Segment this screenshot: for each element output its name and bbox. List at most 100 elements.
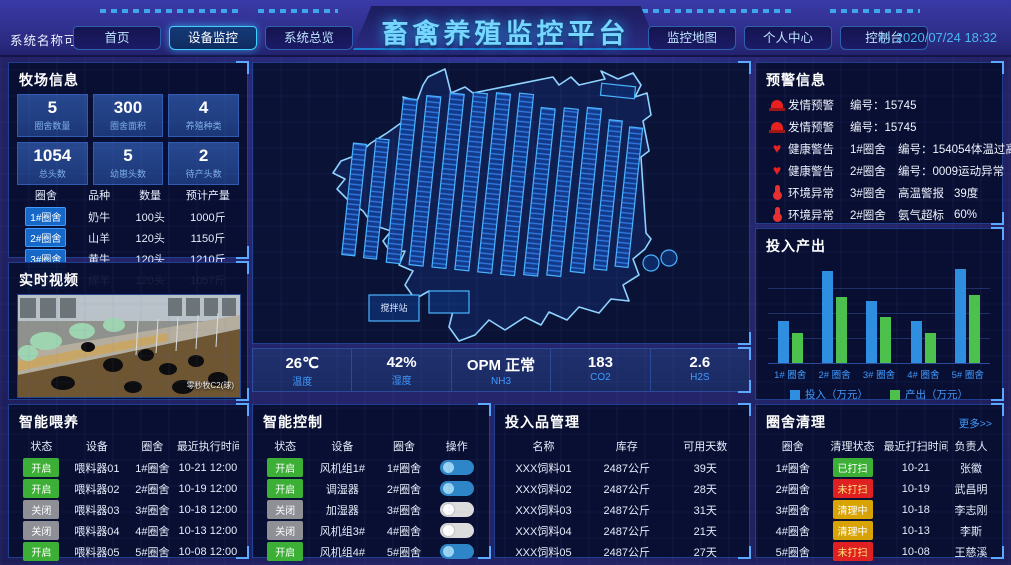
io-chart-bars xyxy=(768,264,990,363)
x-tick-label: 1# 圈舍 xyxy=(774,367,806,381)
video-watermark: 零秒牧C2(球) xyxy=(186,380,234,391)
farm-stats-grid: 5圈舍数量 300圈舍面积 4养殖种类 1054总头数 5幼崽头数 2待产头数 xyxy=(9,94,247,185)
video-player[interactable]: 零秒牧C2(球) xyxy=(17,294,241,398)
cleaning-status-badge: 未打扫 xyxy=(833,479,873,498)
bar xyxy=(778,321,789,363)
table-row: XXX饲料032487公斤31天 xyxy=(503,499,741,520)
bar xyxy=(792,333,803,363)
x-tick-label: 5# 圈舍 xyxy=(952,367,984,381)
env-h2s: 2.6H2S xyxy=(651,349,749,391)
top-header: 系统名称可以选 ▼ 首页 设备监控 系统总览 畜禽养殖监控平台 监控地图 个人中… xyxy=(0,0,1011,57)
pen-badge: 1#圈舍 xyxy=(25,207,66,226)
table-row: 5#圈舍未打扫10-08王慈溪 xyxy=(764,541,994,562)
alert-item: ♥健康警告2#圈舍编号：0009运动异常乱撞 xyxy=(756,160,1002,182)
heartbeat-icon: ♥ xyxy=(773,140,781,156)
status-badge: 开启 xyxy=(267,479,303,498)
panel-pen-cleaning: 圈舍清理 更多>> 圈舍清理状态最近打扫时间负责人 1#圈舍已打扫10-21张徽… xyxy=(755,404,1003,558)
toggle-knob xyxy=(443,462,454,473)
table-row: 开启喂料器022#圈舍10-19 12:00 xyxy=(17,478,239,499)
table-row: 开启喂料器011#圈舍10-21 12:00 xyxy=(17,457,239,478)
env-co2: 183CO2 xyxy=(551,349,650,391)
live-video-title: 实时视频 xyxy=(9,263,247,294)
panel-farm-map: 搅拌站 xyxy=(252,62,750,344)
x-tick-label: 4# 圈舍 xyxy=(907,367,939,381)
legend-item-output: 产出（万元） xyxy=(890,387,968,402)
legend-swatch-output xyxy=(890,390,900,400)
panel-alerts: 预警信息 发情预警编号：15745 发情预警编号：15745 ♥健康警告1#圈舍… xyxy=(755,62,1003,224)
cleaning-table: 圈舍清理状态最近打扫时间负责人 1#圈舍已打扫10-21张徽 2#圈舍未打扫10… xyxy=(756,436,1002,562)
stat-pregnant-head: 2待产头数 xyxy=(168,142,239,185)
feeding-table: 状态设备圈舍最近执行时间 开启喂料器011#圈舍10-21 12:00 开启喂料… xyxy=(9,436,247,562)
stat-pen-area: 300圈舍面积 xyxy=(93,94,164,137)
toggle-knob xyxy=(443,504,454,515)
thermometer-icon xyxy=(775,207,780,219)
pen-badge: 2#圈舍 xyxy=(25,228,66,247)
map-building xyxy=(429,291,469,313)
tab-personal-center[interactable]: 个人中心 xyxy=(744,26,832,50)
table-row: 开启风机组1#1#圈舍 xyxy=(261,457,481,478)
alert-item: ♥健康警告1#圈舍编号：154054体温过高39度 xyxy=(756,138,1002,160)
bar-group xyxy=(822,264,847,363)
control-table: 状态设备圈舍操作 开启风机组1#1#圈舍 开启调湿器2#圈舍 关闭加湿器3#圈舍… xyxy=(253,436,489,562)
bar-group xyxy=(866,264,891,363)
table-row: 2#圈舍未打扫10-19武昌明 xyxy=(764,478,994,499)
feeding-table-header: 状态设备圈舍最近执行时间 xyxy=(17,438,239,457)
more-link[interactable]: 更多>> xyxy=(949,409,1002,431)
status-badge: 关闭 xyxy=(23,521,59,540)
alert-item: 环境异常2#圈舍氨气超标60% xyxy=(756,204,1002,226)
input-table-header: 名称库存可用天数 xyxy=(503,438,741,457)
io-chart: 1# 圈舍 2# 圈舍 3# 圈舍 4# 圈舍 5# 圈舍 投入（万元） 产出（万元） xyxy=(756,264,1002,402)
env-stats-bar: 26℃温度 42%湿度 OPM 正常NH3 183CO2 2.6H2S xyxy=(252,348,750,392)
x-tick-label: 3# 圈舍 xyxy=(863,367,895,381)
io-chart-legend: 投入（万元） 产出（万元） xyxy=(768,387,990,402)
panel-smart-feeding: 智能喂养 状态设备圈舍最近执行时间 开启喂料器011#圈舍10-21 12:00… xyxy=(8,404,248,558)
table-row: 4#圈舍清理中10-13李斯 xyxy=(764,520,994,541)
toggle-switch[interactable] xyxy=(440,460,474,475)
table-row: XXX饲料052487公斤27天 xyxy=(503,541,741,562)
table-row: 1#圈舍奶牛100头1000斤 xyxy=(17,206,239,227)
panel-live-video: 实时视频 xyxy=(8,262,248,400)
table-row: XXX饲料042487公斤21天 xyxy=(503,520,741,541)
bar-group xyxy=(955,264,980,363)
stat-total-head: 1054总头数 xyxy=(17,142,88,185)
env-temperature: 26℃温度 xyxy=(253,349,352,391)
toggle-switch[interactable] xyxy=(440,544,474,559)
table-row: 关闭加湿器3#圈舍 xyxy=(261,499,481,520)
alerts-title: 预警信息 xyxy=(756,63,1002,94)
bar-group xyxy=(778,264,803,363)
dashboard-page: 系统名称可以选 ▼ 首页 设备监控 系统总览 畜禽养殖监控平台 监控地图 个人中… xyxy=(0,0,1011,565)
status-badge: 关闭 xyxy=(267,500,303,519)
stat-young-head: 5幼崽头数 xyxy=(93,142,164,185)
panel-farm-info: 牧场信息 5圈舍数量 300圈舍面积 4养殖种类 1054总头数 5幼崽头数 2… xyxy=(8,62,248,258)
cleaning-table-header: 圈舍清理状态最近打扫时间负责人 xyxy=(764,438,994,457)
bar xyxy=(866,301,877,363)
toggle-switch[interactable] xyxy=(440,523,474,538)
bar xyxy=(836,297,847,363)
status-badge: 开启 xyxy=(267,542,303,561)
cleaning-status-badge: 已打扫 xyxy=(833,458,873,477)
io-chart-title: 投入产出 xyxy=(756,229,1002,260)
toggle-switch[interactable] xyxy=(440,481,474,496)
bar xyxy=(955,269,966,363)
clock-icon: ◷ xyxy=(879,30,890,45)
cleaning-status-badge: 清理中 xyxy=(833,500,873,519)
bar xyxy=(911,321,922,363)
table-row: 关闭风机组3#4#圈舍 xyxy=(261,520,481,541)
farm-map[interactable]: 搅拌站 xyxy=(253,63,749,343)
env-humidity: 42%湿度 xyxy=(352,349,451,391)
table-row: 开启喂料器055#圈舍10-08 12:00 xyxy=(17,541,239,562)
env-nh3: OPM 正常NH3 xyxy=(452,349,551,391)
io-chart-xlabels: 1# 圈舍 2# 圈舍 3# 圈舍 4# 圈舍 5# 圈舍 xyxy=(768,367,990,381)
heartbeat-icon: ♥ xyxy=(773,162,781,178)
datetime-display: ◷2020/07/24 18:32 xyxy=(879,30,997,46)
table-row: 开启调湿器2#圈舍 xyxy=(261,478,481,499)
table-row: 关闭喂料器033#圈舍10-18 12:00 xyxy=(17,499,239,520)
table-row: 关闭喂料器044#圈舍10-13 12:00 xyxy=(17,520,239,541)
toggle-switch[interactable] xyxy=(440,502,474,517)
legend-swatch-input xyxy=(790,390,800,400)
x-tick-label: 2# 圈舍 xyxy=(818,367,850,381)
input-table: 名称库存可用天数 XXX饲料012487公斤39天 XXX饲料022487公斤2… xyxy=(495,436,749,562)
tab-monitor-map[interactable]: 监控地图 xyxy=(648,26,736,50)
legend-item-input: 投入（万元） xyxy=(790,387,868,402)
status-badge: 开启 xyxy=(267,458,303,477)
